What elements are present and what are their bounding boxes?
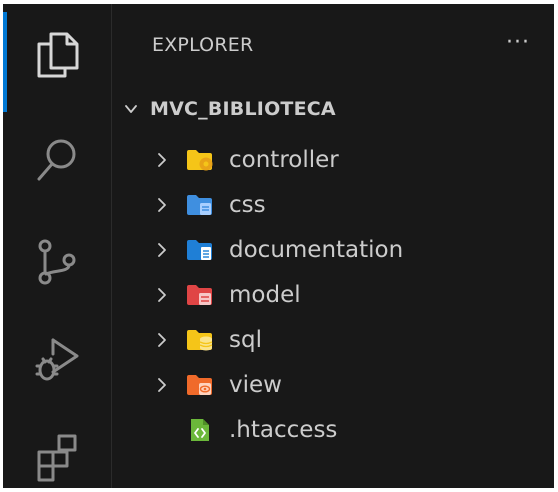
htaccess-file-icon [189, 418, 211, 442]
tree-item-label: model [229, 282, 301, 308]
tree-item-css[interactable]: css [112, 185, 554, 225]
tree-item-model[interactable]: model [112, 275, 554, 315]
more-actions-button[interactable]: ··· [500, 28, 536, 58]
folder-docs-icon [186, 238, 214, 262]
tree-item-label: controller [229, 147, 339, 173]
tree-item-label: .htaccess [229, 417, 338, 443]
tree-item-view[interactable]: view [112, 365, 554, 405]
folder-css-icon [186, 193, 214, 217]
chevron-right-icon [152, 195, 172, 215]
tree-item-htaccess[interactable]: .htaccess [112, 410, 554, 450]
chevron-right-icon [152, 285, 172, 305]
run-debug-icon[interactable] [31, 334, 83, 386]
chevron-down-icon [120, 98, 142, 120]
chevron-right-icon [152, 150, 172, 170]
tree-item-label: css [229, 192, 266, 218]
tree-item-label: view [229, 372, 282, 398]
tree-item-sql[interactable]: sql [112, 320, 554, 360]
chevron-right-icon [152, 375, 172, 395]
folder-view-icon [186, 373, 214, 397]
explorer-sidebar: EXPLORER ··· MVC_BIBLIOTECA controller c… [112, 4, 554, 488]
root-folder[interactable]: MVC_BIBLIOTECA [120, 92, 336, 126]
tree-item-label: sql [229, 327, 262, 353]
activity-bar [3, 4, 112, 488]
sidebar-title: EXPLORER [152, 34, 254, 56]
root-folder-label: MVC_BIBLIOTECA [150, 98, 336, 120]
tree-item-label: documentation [229, 237, 404, 263]
chevron-right-icon [152, 240, 172, 260]
source-control-icon[interactable] [31, 236, 83, 288]
active-indicator [3, 12, 7, 112]
folder-controller-icon [186, 148, 214, 172]
folder-database-icon [186, 328, 214, 352]
folder-model-icon [186, 283, 214, 307]
tree-item-controller[interactable]: controller [112, 140, 554, 180]
search-icon[interactable] [31, 134, 83, 186]
chevron-right-icon [152, 330, 172, 350]
extensions-icon[interactable] [31, 432, 83, 484]
explorer-icon[interactable] [31, 28, 83, 80]
vscode-window: EXPLORER ··· MVC_BIBLIOTECA controller c… [3, 4, 554, 488]
tree-item-documentation[interactable]: documentation [112, 230, 554, 270]
